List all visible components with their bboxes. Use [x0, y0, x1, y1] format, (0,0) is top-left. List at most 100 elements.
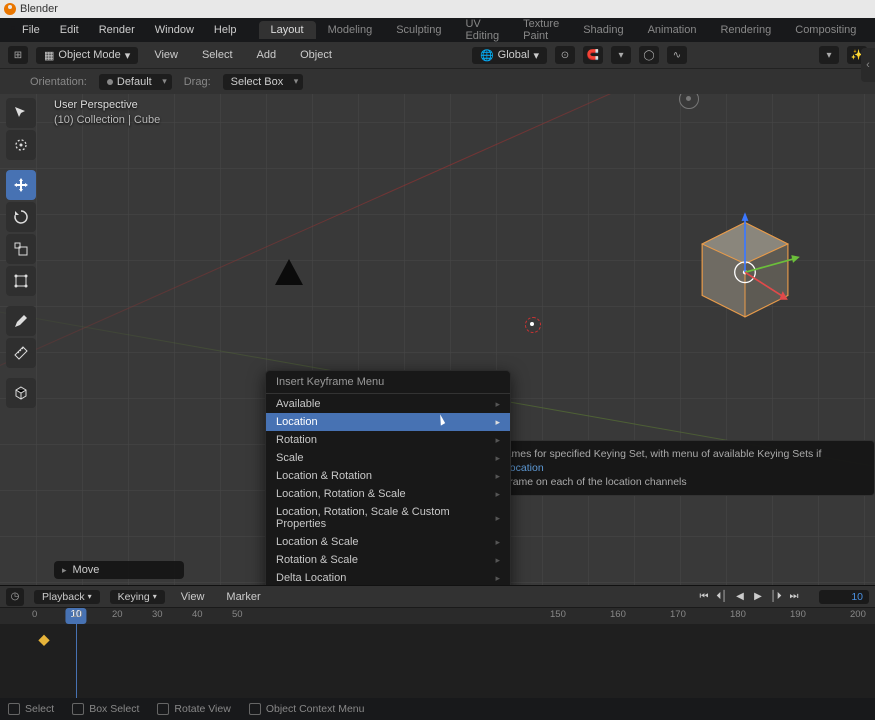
tl-menu-view[interactable]: View — [175, 589, 211, 605]
ctx-item-location-rotation-scale-custom-properties[interactable]: Location, Rotation, Scale & Custom Prope… — [266, 503, 510, 533]
tool-scale[interactable] — [6, 234, 36, 264]
sidebar-toggle[interactable]: ‹ — [861, 48, 875, 82]
tl-menu-marker[interactable]: Marker — [220, 589, 266, 605]
tool-annotate[interactable] — [6, 306, 36, 336]
tool-rotate[interactable] — [6, 202, 36, 232]
workspace-tab-modeling[interactable]: Modeling — [316, 21, 385, 39]
tool-transform[interactable] — [6, 266, 36, 296]
jump-start-icon[interactable]: ⏮ — [697, 590, 711, 604]
mode-label: Object Mode — [58, 49, 120, 61]
snap-target-icon[interactable]: ▾ — [611, 46, 631, 64]
mode-select[interactable]: ▦ Object Mode ▾ — [36, 47, 138, 64]
workspace-tab-rendering[interactable]: Rendering — [708, 21, 783, 39]
timeline-ruler[interactable]: 10 01020304050150160170180190200 — [0, 608, 875, 624]
vh-menu-select[interactable]: Select — [194, 47, 241, 63]
ctx-item-scale[interactable]: Scale — [266, 449, 510, 467]
playhead[interactable] — [76, 624, 77, 699]
ctx-item-location-rotation-scale[interactable]: Location, Rotation & Scale — [266, 485, 510, 503]
drag-label: Drag: — [184, 76, 211, 88]
keying-popover[interactable]: Keying▾ — [110, 590, 165, 604]
ctx-item-rotation[interactable]: Rotation — [266, 431, 510, 449]
cursor-3d-icon — [524, 316, 542, 334]
ctx-item-location[interactable]: Location — [266, 413, 510, 431]
menu-help[interactable]: Help — [206, 22, 245, 38]
viewport-3d[interactable]: User Perspective (10) Collection | Cube … — [0, 94, 875, 585]
proportional-icon[interactable]: ◯ — [639, 46, 659, 64]
play-reverse-icon[interactable]: ◀ — [733, 590, 747, 604]
nav-gizmo-icon[interactable] — [679, 94, 699, 109]
mouse-right-icon — [249, 703, 261, 715]
tool-select-box[interactable] — [6, 98, 36, 128]
workspace-tab-geonodes[interactable]: Geometry Nodes — [868, 15, 875, 45]
tool-move[interactable] — [6, 170, 36, 200]
timeline-body[interactable] — [0, 624, 875, 699]
snap-icon[interactable]: 🧲 — [583, 46, 603, 64]
blender-icon — [4, 3, 16, 15]
status-select: Select — [8, 703, 54, 715]
timeline-header: ◷ Playback▾ Keying▾ View Marker ⏮ ⏴│ ◀ ▶… — [0, 586, 875, 608]
orientation-value[interactable]: Default — [99, 74, 172, 90]
tick-20: 20 — [112, 609, 123, 620]
play-icon[interactable]: ▶ — [751, 590, 765, 604]
insert-keyframe-menu: Insert Keyframe Menu AvailableLocationRo… — [265, 370, 511, 585]
mouse-left-icon — [8, 703, 20, 715]
workspace-tab-uv[interactable]: UV Editing — [453, 15, 511, 45]
timeline-editor-type-icon[interactable]: ◷ — [6, 588, 24, 606]
tool-bar — [6, 98, 36, 408]
orientation-sublabel: Orientation: — [30, 76, 87, 88]
ctx-item-rotation-scale[interactable]: Rotation & Scale — [266, 551, 510, 569]
workspace-tab-compositing[interactable]: Compositing — [783, 21, 868, 39]
playback-controls: ⏮ ⏴│ ◀ ▶ │⏵ ⏭ 10 — [697, 590, 869, 604]
ctx-item-location-scale[interactable]: Location & Scale — [266, 533, 510, 551]
workspace-tab-layout[interactable]: Layout — [259, 21, 316, 39]
tick-160: 160 — [610, 609, 626, 620]
mouse-middle-icon — [157, 703, 169, 715]
menu-file[interactable]: File — [14, 22, 48, 38]
menu-render[interactable]: Render — [91, 22, 143, 38]
vh-menu-add[interactable]: Add — [249, 47, 285, 63]
workspace-tab-sculpting[interactable]: Sculpting — [384, 21, 453, 39]
menu-edit[interactable]: Edit — [52, 22, 87, 38]
redo-panel[interactable]: ▸ Move — [54, 561, 184, 579]
tool-measure[interactable] — [6, 338, 36, 368]
drag-value[interactable]: Select Box — [223, 74, 304, 90]
workspace-tab-texture[interactable]: Texture Paint — [511, 15, 571, 45]
overlay-line1: User Perspective — [54, 98, 160, 113]
jump-end-icon[interactable]: ⏭ — [787, 590, 801, 604]
current-frame-display[interactable]: 10 — [819, 590, 869, 604]
tick-0: 0 — [32, 609, 37, 620]
workspace-tab-shading[interactable]: Shading — [571, 21, 635, 39]
ctx-item-available[interactable]: Available — [266, 395, 510, 413]
jump-next-key-icon[interactable]: │⏵ — [769, 590, 783, 604]
jump-prev-key-icon[interactable]: ⏴│ — [715, 590, 729, 604]
pivot-icon[interactable]: ⊙ — [555, 46, 575, 64]
vh-menu-view[interactable]: View — [146, 47, 186, 63]
status-rotate-view: Rotate View — [157, 703, 230, 715]
editor-type-icon[interactable]: ⊞ — [8, 46, 28, 64]
workspace-tab-animation[interactable]: Animation — [636, 21, 709, 39]
tick-190: 190 — [790, 609, 806, 620]
ctx-item-location-rotation[interactable]: Location & Rotation — [266, 467, 510, 485]
tick-40: 40 — [192, 609, 203, 620]
mouse-drag-icon — [72, 703, 84, 715]
chevron-right-icon: ▸ — [62, 565, 67, 576]
tool-add-cube[interactable] — [6, 378, 36, 408]
overlay-line2: (10) Collection | Cube — [54, 113, 160, 128]
viewport-header: ⊞ ▦ Object Mode ▾ View Select Add Object… — [0, 42, 875, 68]
status-context-menu: Object Context Menu — [249, 703, 365, 715]
playback-popover[interactable]: Playback▾ — [34, 590, 100, 604]
proportional-type-icon[interactable]: ∿ — [667, 46, 687, 64]
menu-window[interactable]: Window — [147, 22, 202, 38]
viewport-tool-settings: Orientation: Default Drag: Select Box — [0, 68, 875, 94]
app-title: Blender — [20, 3, 58, 15]
options-popover-icon[interactable]: ▾ — [819, 46, 839, 64]
tool-cursor[interactable] — [6, 130, 36, 160]
cube-object[interactable] — [685, 214, 805, 334]
ctx-item-delta-location[interactable]: Delta Location — [266, 569, 510, 585]
orientation-select[interactable]: 🌐 Global ▾ — [472, 47, 547, 64]
tick-10: 10 — [72, 609, 83, 620]
keyframe-diamond[interactable] — [38, 635, 49, 646]
top-menu-bar: File Edit Render Window Help Layout Mode… — [0, 18, 875, 42]
vh-menu-object[interactable]: Object — [292, 47, 340, 63]
tick-170: 170 — [670, 609, 686, 620]
